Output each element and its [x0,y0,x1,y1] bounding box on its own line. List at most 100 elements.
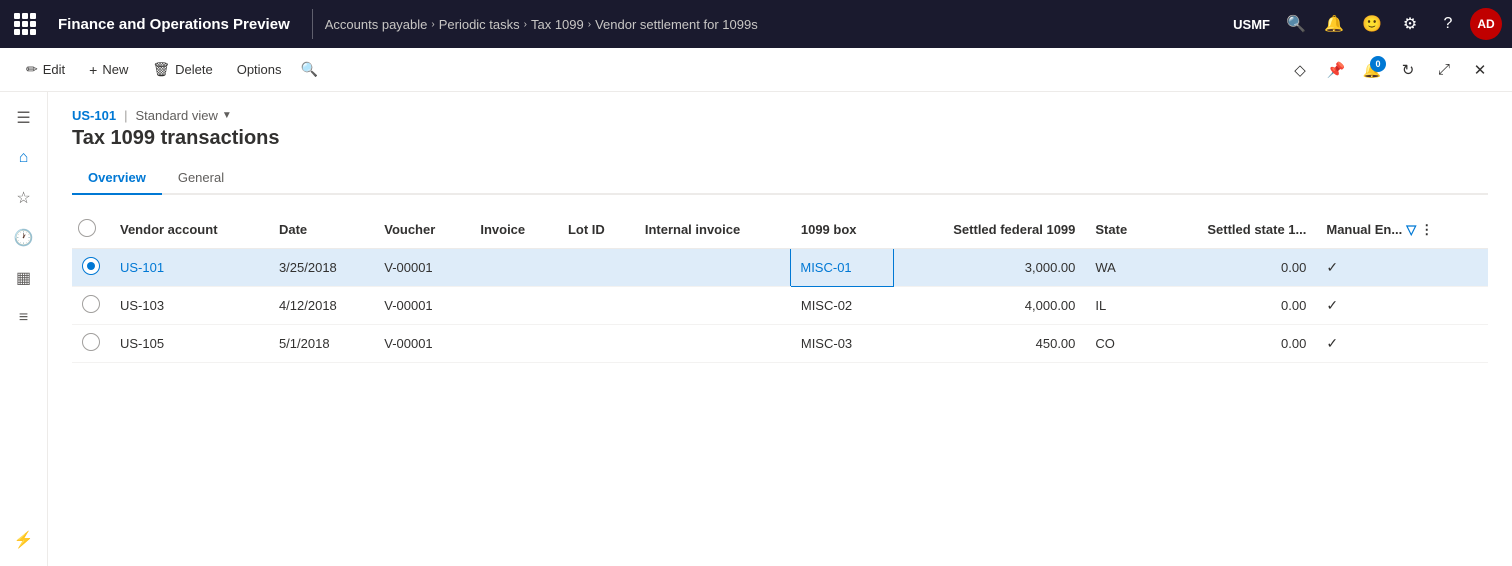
sidebar-nav-icon[interactable]: ☰ [6,100,42,136]
sidebar-workspaces-icon[interactable]: ▦ [6,260,42,296]
date-cell: 4/12/2018 [269,287,374,325]
sidebar-home-icon[interactable]: ⌂ [6,140,42,176]
pin-icon-btn[interactable]: 📌 [1320,54,1352,86]
col-more-icon[interactable]: ⋮ [1420,222,1433,238]
date-cell: 3/25/2018 [269,249,374,287]
breadcrumb-accounts-payable[interactable]: Accounts payable [325,17,428,32]
sidebar-recent-icon[interactable]: 🕐 [6,220,42,256]
col-filter-icon[interactable]: ▽ [1406,222,1416,238]
row-select-cell[interactable] [72,325,110,363]
manual-en-cell: ✓ [1316,325,1488,363]
tab-general[interactable]: General [162,162,240,195]
help-icon-btn[interactable]: ? [1432,8,1464,40]
state-cell: CO [1085,325,1155,363]
edit-icon: ✏ [26,61,38,78]
tab-overview[interactable]: Overview [72,162,162,195]
table-body: US-101 3/25/2018 V-00001 MISC-01 3,000.0… [72,249,1488,363]
options-label: Options [237,62,282,77]
table-row[interactable]: US-101 3/25/2018 V-00001 MISC-01 3,000.0… [72,249,1488,287]
message-center-btn[interactable]: 🔔 0 [1356,54,1388,86]
vendor-account-value: US-105 [120,336,164,351]
breadcrumb-sep-1: › [431,19,434,30]
chevron-down-icon: ▼ [222,110,232,121]
voucher-cell: V-00001 [374,249,470,287]
delete-button[interactable]: 🗑 Delete [142,57,222,82]
box-1099-cell: MISC-03 [791,325,893,363]
lot-id-cell [558,325,635,363]
lot-id-cell [558,249,635,287]
standard-view-dropdown[interactable]: Standard view ▼ [135,108,231,123]
row-radio[interactable] [82,333,100,351]
settled-federal-cell: 450.00 [893,325,1085,363]
breadcrumb-sep-3: › [588,19,591,30]
table-row[interactable]: US-103 4/12/2018 V-00001 MISC-02 4,000.0… [72,287,1488,325]
search-icon-btn[interactable]: 🔍 [1280,8,1312,40]
feedback-icon-btn[interactable]: 🙂 [1356,8,1388,40]
personalize-icon-btn[interactable]: ◇ [1284,54,1316,86]
col-state: State [1085,211,1155,249]
lot-id-cell [558,287,635,325]
col-vendor-account: Vendor account [110,211,269,249]
col-manual-en: Manual En... ▽ ⋮ [1316,211,1488,249]
toolbar-right-actions: ◇ 📌 🔔 0 ↻ ⤢ ✕ [1284,54,1496,86]
vendor-account-value: US-103 [120,298,164,313]
breadcrumb-periodic-tasks[interactable]: Periodic tasks [439,17,520,32]
header-divider: | [124,108,127,123]
select-all-radio[interactable] [78,219,96,237]
transactions-table: Vendor account Date Voucher Invoice Lot … [72,211,1488,363]
table-header-row: Vendor account Date Voucher Invoice Lot … [72,211,1488,249]
view-label-text: Standard view [135,108,217,123]
row-select-cell[interactable] [72,287,110,325]
breadcrumb-tax-1099[interactable]: Tax 1099 [531,17,584,32]
settled-state-cell: 0.00 [1155,325,1316,363]
toolbar: ✏ Edit + New 🗑 Delete Options 🔍 ◇ 📌 🔔 0 … [0,48,1512,92]
breadcrumb-vendor-settlement[interactable]: Vendor settlement for 1099s [595,17,758,32]
row-radio[interactable] [82,295,100,313]
user-avatar[interactable]: AD [1470,8,1502,40]
settled-federal-cell: 3,000.00 [893,249,1085,287]
settings-icon-btn[interactable]: ⚙ [1394,8,1426,40]
new-label: New [102,62,128,77]
date-cell: 5/1/2018 [269,325,374,363]
vendor-account-cell: US-105 [110,325,269,363]
vendor-account-cell: US-103 [110,287,269,325]
nav-divider [312,9,313,39]
breadcrumb-sep-2: › [524,19,527,30]
sidebar-filter-icon[interactable]: ⚡ [6,522,42,558]
close-icon-btn[interactable]: ✕ [1464,54,1496,86]
invoice-cell [470,249,558,287]
col-internal-invoice: Internal invoice [635,211,791,249]
open-in-new-btn[interactable]: ⤢ [1428,54,1460,86]
edit-button[interactable]: ✏ Edit [16,57,75,82]
box-1099-value: MISC-02 [801,298,852,313]
invoice-cell [470,325,558,363]
voucher-cell: V-00001 [374,287,470,325]
row-select-cell[interactable] [72,249,110,287]
sidebar-favorites-icon[interactable]: ☆ [6,180,42,216]
voucher-cell: V-00001 [374,325,470,363]
vendor-id-label: US-101 [72,108,116,123]
refresh-icon-btn[interactable]: ↻ [1392,54,1424,86]
options-button[interactable]: Options [227,58,292,81]
state-cell: WA [1085,249,1155,287]
view-header: US-101 | Standard view ▼ [72,108,1488,123]
row-radio[interactable] [82,257,100,275]
page-title: Tax 1099 transactions [72,127,1488,150]
checkmark-icon: ✓ [1326,335,1338,351]
sidebar-modules-icon[interactable]: ≡ [6,300,42,336]
breadcrumb: Accounts payable › Periodic tasks › Tax … [325,17,1225,32]
top-bar-right: USMF 🔍 🔔 🙂 ⚙ ? AD [1233,8,1502,40]
main-layout: ☰ ⌂ ☆ 🕐 ▦ ≡ ⚡ US-101 | Standard view ▼ T… [0,92,1512,566]
new-button[interactable]: + New [79,58,138,82]
box-1099-cell[interactable]: MISC-01 [791,249,893,287]
table-row[interactable]: US-105 5/1/2018 V-00001 MISC-03 450.00 C… [72,325,1488,363]
toolbar-search-btn[interactable]: 🔍 [296,56,324,84]
box-1099-value: MISC-03 [801,336,852,351]
vendor-account-value[interactable]: US-101 [120,260,164,275]
select-all-header[interactable] [72,211,110,249]
col-voucher: Voucher [374,211,470,249]
app-grid-icon[interactable] [10,9,40,39]
notification-bell-btn[interactable]: 🔔 [1318,8,1350,40]
box-1099-value[interactable]: MISC-01 [800,260,851,275]
manual-en-cell: ✓ [1316,249,1488,287]
